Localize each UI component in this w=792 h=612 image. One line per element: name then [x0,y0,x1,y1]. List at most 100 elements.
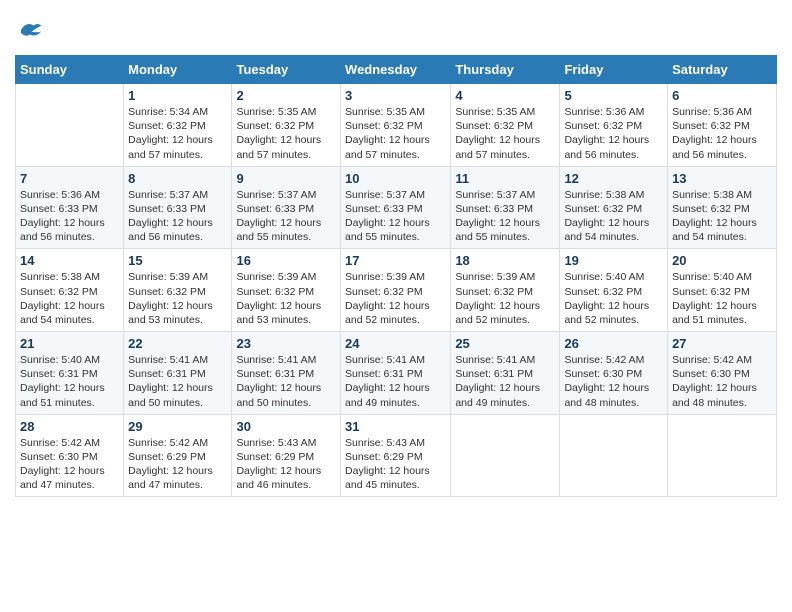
calendar-cell: 14 Sunrise: 5:38 AM Sunset: 6:32 PM Dayli… [16,249,124,332]
calendar-cell: 22 Sunrise: 5:41 AM Sunset: 6:31 PM Dayli… [124,332,232,415]
column-header-sunday: Sunday [16,56,124,84]
day-number: 19 [564,253,663,268]
calendar-cell: 8 Sunrise: 5:37 AM Sunset: 6:33 PM Daylig… [124,166,232,249]
calendar-cell: 10 Sunrise: 5:37 AM Sunset: 6:33 PM Dayli… [341,166,451,249]
day-info: Sunrise: 5:38 AM Sunset: 6:32 PM Dayligh… [672,188,772,245]
day-number: 3 [345,88,446,103]
day-info: Sunrise: 5:38 AM Sunset: 6:32 PM Dayligh… [20,270,119,327]
calendar-cell: 20Sunrise: 5:40 AM Sunset: 6:32 PM Dayli… [668,249,777,332]
day-info: Sunrise: 5:36 AM Sunset: 6:32 PM Dayligh… [672,105,772,162]
day-info: Sunrise: 5:41 AM Sunset: 6:31 PM Dayligh… [128,353,227,410]
day-number: 27 [672,336,772,351]
day-info: Sunrise: 5:37 AM Sunset: 6:33 PM Dayligh… [345,188,446,245]
week-row-3: 14 Sunrise: 5:38 AM Sunset: 6:32 PM Dayli… [16,249,777,332]
day-number: 25 [455,336,555,351]
day-number: 23 [236,336,336,351]
calendar-cell: 31 Sunrise: 5:43 AM Sunset: 6:29 PM Dayli… [341,414,451,497]
logo-bird-icon [15,15,45,45]
day-number: 7 [20,171,119,186]
calendar-cell [668,414,777,497]
day-number: 4 [455,88,555,103]
day-info: Sunrise: 5:42 AM Sunset: 6:30 PM Dayligh… [20,436,119,493]
day-info: Sunrise: 5:39 AM Sunset: 6:32 PM Dayligh… [236,270,336,327]
day-info: Sunrise: 5:42 AM Sunset: 6:30 PM Dayligh… [564,353,663,410]
day-number: 5 [564,88,663,103]
day-info: Sunrise: 5:36 AM Sunset: 6:33 PM Dayligh… [20,188,119,245]
day-number: 6 [672,88,772,103]
calendar-cell: 24 Sunrise: 5:41 AM Sunset: 6:31 PM Dayli… [341,332,451,415]
calendar-cell: 17 Sunrise: 5:39 AM Sunset: 6:32 PM Dayli… [341,249,451,332]
day-info: Sunrise: 5:42 AM Sunset: 6:29 PM Dayligh… [128,436,227,493]
calendar-cell: 2 Sunrise: 5:35 AM Sunset: 6:32 PM Daylig… [232,84,341,167]
calendar-table: SundayMondayTuesdayWednesdayThursdayFrid… [15,55,777,497]
column-header-monday: Monday [124,56,232,84]
calendar-cell: 4 Sunrise: 5:35 AM Sunset: 6:32 PM Daylig… [451,84,560,167]
calendar-cell: 9Sunrise: 5:37 AM Sunset: 6:33 PM Daylig… [232,166,341,249]
day-number: 1 [128,88,227,103]
calendar-header: SundayMondayTuesdayWednesdayThursdayFrid… [16,56,777,84]
day-number: 28 [20,419,119,434]
day-number: 10 [345,171,446,186]
day-number: 8 [128,171,227,186]
day-number: 22 [128,336,227,351]
day-number: 2 [236,88,336,103]
day-number: 26 [564,336,663,351]
day-info: Sunrise: 5:37 AM Sunset: 6:33 PM Dayligh… [455,188,555,245]
day-info: Sunrise: 5:35 AM Sunset: 6:32 PM Dayligh… [455,105,555,162]
calendar-cell: 19 Sunrise: 5:40 AM Sunset: 6:32 PM Dayli… [560,249,668,332]
day-number: 31 [345,419,446,434]
day-number: 12 [564,171,663,186]
calendar-cell: 25Sunrise: 5:41 AM Sunset: 6:31 PM Dayli… [451,332,560,415]
page-header [15,15,777,45]
calendar-cell: 7 Sunrise: 5:36 AM Sunset: 6:33 PM Daylig… [16,166,124,249]
day-number: 21 [20,336,119,351]
calendar-cell [16,84,124,167]
column-header-thursday: Thursday [451,56,560,84]
calendar-cell [451,414,560,497]
week-row-5: 28 Sunrise: 5:42 AM Sunset: 6:30 PM Dayli… [16,414,777,497]
day-number: 16 [236,253,336,268]
day-info: Sunrise: 5:41 AM Sunset: 6:31 PM Dayligh… [345,353,446,410]
day-info: Sunrise: 5:40 AM Sunset: 6:31 PM Dayligh… [20,353,119,410]
day-info: Sunrise: 5:35 AM Sunset: 6:32 PM Dayligh… [236,105,336,162]
calendar-cell: 18Sunrise: 5:39 AM Sunset: 6:32 PM Dayli… [451,249,560,332]
day-info: Sunrise: 5:42 AM Sunset: 6:30 PM Dayligh… [672,353,772,410]
calendar-cell: 13 Sunrise: 5:38 AM Sunset: 6:32 PM Dayli… [668,166,777,249]
day-number: 14 [20,253,119,268]
calendar-cell: 16 Sunrise: 5:39 AM Sunset: 6:32 PM Dayli… [232,249,341,332]
column-header-wednesday: Wednesday [341,56,451,84]
day-number: 20 [672,253,772,268]
calendar-cell: 6 Sunrise: 5:36 AM Sunset: 6:32 PM Daylig… [668,84,777,167]
day-number: 29 [128,419,227,434]
day-info: Sunrise: 5:43 AM Sunset: 6:29 PM Dayligh… [236,436,336,493]
day-info: Sunrise: 5:39 AM Sunset: 6:32 PM Dayligh… [128,270,227,327]
week-row-4: 21 Sunrise: 5:40 AM Sunset: 6:31 PM Dayli… [16,332,777,415]
week-row-2: 7 Sunrise: 5:36 AM Sunset: 6:33 PM Daylig… [16,166,777,249]
day-info: Sunrise: 5:37 AM Sunset: 6:33 PM Dayligh… [236,188,336,245]
day-number: 24 [345,336,446,351]
day-info: Sunrise: 5:40 AM Sunset: 6:32 PM Dayligh… [564,270,663,327]
calendar-cell: 29 Sunrise: 5:42 AM Sunset: 6:29 PM Dayli… [124,414,232,497]
calendar-cell: 11 Sunrise: 5:37 AM Sunset: 6:33 PM Dayli… [451,166,560,249]
header-row: SundayMondayTuesdayWednesdayThursdayFrid… [16,56,777,84]
week-row-1: 1 Sunrise: 5:34 AM Sunset: 6:32 PM Daylig… [16,84,777,167]
calendar-cell: 30Sunrise: 5:43 AM Sunset: 6:29 PM Dayli… [232,414,341,497]
column-header-tuesday: Tuesday [232,56,341,84]
day-info: Sunrise: 5:34 AM Sunset: 6:32 PM Dayligh… [128,105,227,162]
day-info: Sunrise: 5:35 AM Sunset: 6:32 PM Dayligh… [345,105,446,162]
day-info: Sunrise: 5:39 AM Sunset: 6:32 PM Dayligh… [345,270,446,327]
day-number: 18 [455,253,555,268]
calendar-cell: 23 Sunrise: 5:41 AM Sunset: 6:31 PM Dayli… [232,332,341,415]
day-number: 11 [455,171,555,186]
column-header-saturday: Saturday [668,56,777,84]
day-info: Sunrise: 5:37 AM Sunset: 6:33 PM Dayligh… [128,188,227,245]
day-number: 13 [672,171,772,186]
calendar-cell: 3 Sunrise: 5:35 AM Sunset: 6:32 PM Daylig… [341,84,451,167]
day-info: Sunrise: 5:41 AM Sunset: 6:31 PM Dayligh… [236,353,336,410]
calendar-cell: 21 Sunrise: 5:40 AM Sunset: 6:31 PM Dayli… [16,332,124,415]
day-info: Sunrise: 5:38 AM Sunset: 6:32 PM Dayligh… [564,188,663,245]
calendar-cell: 5Sunrise: 5:36 AM Sunset: 6:32 PM Daylig… [560,84,668,167]
calendar-cell: 26 Sunrise: 5:42 AM Sunset: 6:30 PM Dayli… [560,332,668,415]
day-info: Sunrise: 5:43 AM Sunset: 6:29 PM Dayligh… [345,436,446,493]
day-number: 17 [345,253,446,268]
